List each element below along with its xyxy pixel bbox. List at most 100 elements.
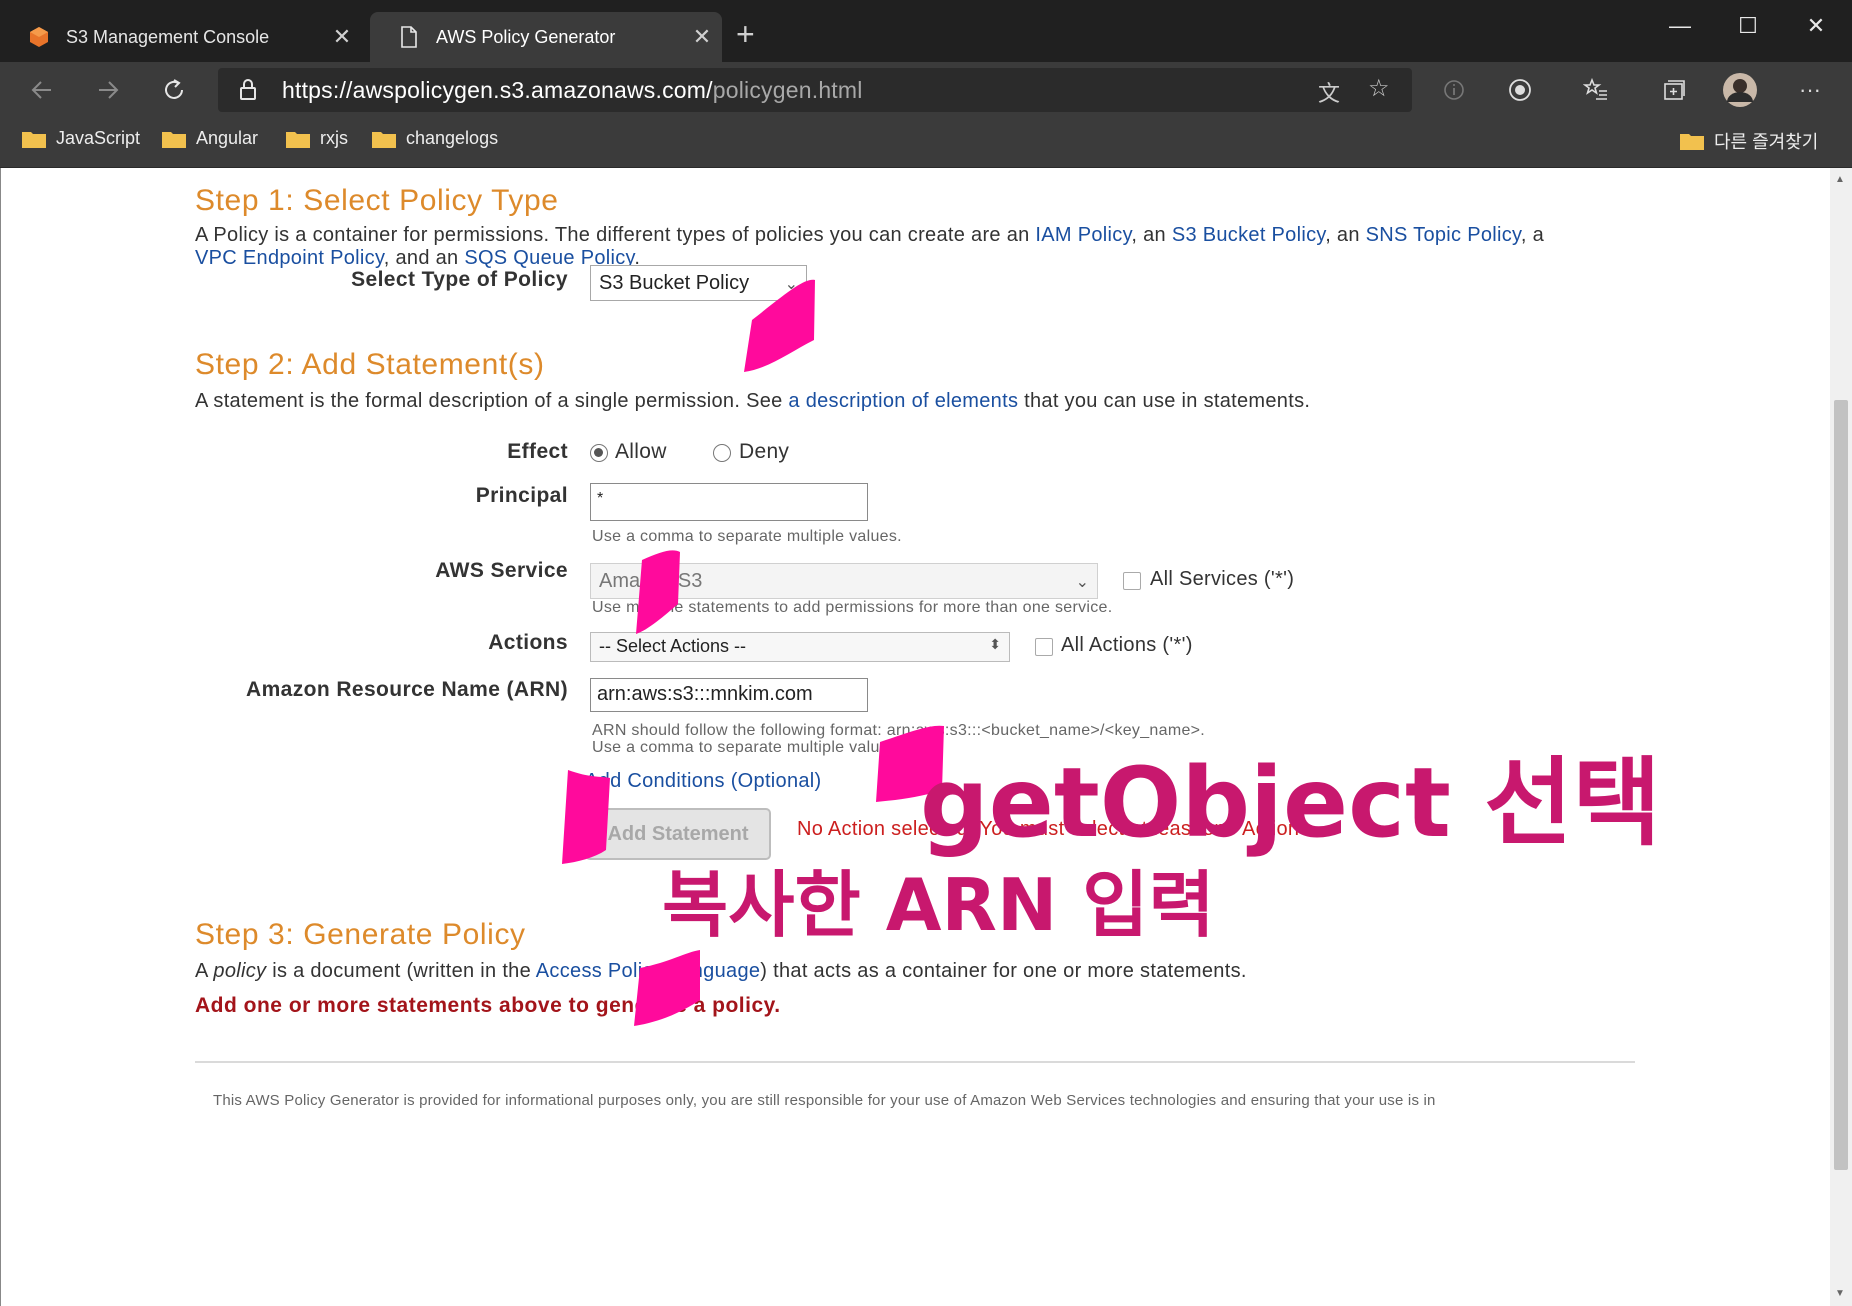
desc-text: ) that acts as a container for one or mo… [760, 960, 1247, 982]
favorites-button[interactable] [1576, 70, 1616, 110]
effect-label: Effect [507, 440, 568, 463]
bookmark-label: changelogs [406, 128, 499, 148]
aws-service-label: AWS Service [435, 559, 568, 582]
divider [195, 1061, 1635, 1063]
tab-title: AWS Policy Generator [436, 26, 616, 47]
arn-label: Amazon Resource Name (ARN) [246, 678, 568, 701]
address-bar[interactable]: https://awspolicygen.s3.amazonaws.com/po… [218, 68, 1412, 112]
close-tab-icon[interactable]: ✕ [322, 24, 362, 50]
actions-select[interactable]: -- Select Actions -- ⬍ [590, 632, 1010, 662]
add-statement-button[interactable]: Add Statement [585, 808, 771, 860]
tab-title: S3 Management Console [66, 26, 270, 47]
url-host: https://awspolicygen.s3.amazonaws.com/ [282, 77, 713, 103]
desc-text: A Policy is a container for permissions.… [195, 224, 1036, 246]
desc-text: A [195, 960, 214, 982]
no-action-error: No Action selected. You must select at l… [797, 818, 1300, 840]
step2-heading: Step 2: Add Statement(s) [195, 348, 545, 381]
footer-disclaimer: This AWS Policy Generator is provided fo… [213, 1092, 1436, 1109]
link-description-of-elements[interactable]: a description of elements [788, 390, 1018, 412]
link-sns-topic-policy[interactable]: SNS Topic Policy [1366, 224, 1521, 246]
page-icon [401, 26, 417, 48]
aws-service-value: Amazon S3 [599, 570, 703, 592]
avatar-icon [1723, 73, 1757, 107]
effect-deny-label[interactable]: Deny [739, 440, 789, 464]
bookmark-rxjs[interactable]: rxjs [286, 128, 348, 149]
effect-allow-label[interactable]: Allow [615, 440, 667, 464]
new-tab-button[interactable]: + [736, 16, 755, 53]
forward-button[interactable] [88, 70, 128, 110]
bookmarks-bar: JavaScript Angular rxjs changelogs 다른 즐겨… [0, 118, 1852, 168]
all-actions-label[interactable]: All Actions ('*') [1061, 634, 1193, 657]
browser-toolbar: https://awspolicygen.s3.amazonaws.com/po… [0, 62, 1852, 118]
principal-input[interactable]: * [590, 483, 868, 521]
bookmark-other-favorites[interactable]: 다른 즐겨찾기 [1680, 128, 1818, 154]
arn-input[interactable]: arn:aws:s3:::mnkim.com [590, 678, 868, 712]
url-path: policygen.html [712, 77, 863, 103]
scroll-down-icon[interactable]: ▼ [1835, 1288, 1845, 1299]
bookmark-label: JavaScript [56, 128, 141, 148]
favorite-star-icon[interactable]: ☆ [1368, 74, 1390, 103]
bookmark-label: Angular [196, 128, 259, 148]
principal-label: Principal [475, 484, 568, 507]
link-iam-policy[interactable]: IAM Policy [1035, 224, 1131, 246]
bookmark-label: 다른 즐겨찾기 [1714, 132, 1819, 152]
bookmark-changelogs[interactable]: changelogs [372, 128, 498, 149]
desc-text: , and an [383, 247, 465, 269]
desc-text: , an [1325, 224, 1366, 246]
desc-text: A statement is the formal description of… [195, 390, 789, 412]
effect-allow-radio[interactable] [590, 444, 608, 462]
scrollbar-thumb[interactable] [1834, 400, 1848, 1170]
arn-hint-format: ARN should follow the following format: … [592, 722, 1206, 739]
actions-value: -- Select Actions -- [599, 636, 747, 656]
aws-service-select[interactable]: Amazon S3 ⌄ [590, 563, 1098, 599]
step3-heading: Step 3: Generate Policy [195, 918, 526, 951]
close-tab-icon[interactable]: ✕ [682, 24, 722, 50]
link-access-policy-language[interactable]: Access Policy Language [536, 960, 761, 982]
all-actions-checkbox[interactable] [1035, 638, 1053, 656]
bookmark-javascript[interactable]: JavaScript [22, 128, 140, 149]
info-extension-button[interactable] [1434, 70, 1474, 110]
collections-button[interactable] [1654, 70, 1694, 110]
forward-arrow-icon [99, 81, 119, 99]
refresh-icon [165, 79, 183, 99]
extension-button[interactable] [1500, 70, 1540, 110]
tab-policy-generator[interactable]: AWS Policy Generator ✕ [370, 12, 722, 62]
bookmark-label: rxjs [320, 128, 348, 148]
generate-policy-warning: Add one or more statements above to gene… [195, 994, 781, 1017]
desc-text: is a document (written in the [266, 960, 536, 982]
page-content: Step 1: Select Policy Type A Policy is a… [0, 168, 1830, 1306]
policy-type-value: S3 Bucket Policy [599, 272, 750, 294]
add-conditions-link[interactable]: Add Conditions (Optional) [585, 770, 822, 793]
link-s3-bucket-policy[interactable]: S3 Bucket Policy [1172, 224, 1325, 246]
all-services-label[interactable]: All Services ('*') [1150, 568, 1294, 591]
scroll-up-icon[interactable]: ▲ [1835, 174, 1845, 185]
lock-icon [240, 79, 256, 100]
effect-deny-radio[interactable] [713, 444, 731, 462]
back-arrow-icon [31, 81, 51, 99]
policy-type-select[interactable]: S3 Bucket Policy ⌄ [590, 265, 807, 301]
arn-hint-comma: Use a comma to separate multiple values. [592, 739, 902, 756]
minimize-button[interactable]: — [1646, 6, 1714, 46]
close-window-button[interactable]: ✕ [1782, 6, 1850, 46]
chevron-down-icon: ⌄ [784, 276, 798, 293]
refresh-button[interactable] [154, 70, 194, 110]
chevron-down-icon: ⌄ [1075, 574, 1089, 591]
bookmark-angular[interactable]: Angular [162, 128, 258, 149]
page-scrollbar[interactable]: ▲ ▼ [1830, 168, 1852, 1306]
info-circle-icon [1444, 80, 1464, 100]
folder-icon [162, 131, 186, 148]
back-button[interactable] [22, 70, 62, 110]
link-vpc-endpoint-policy[interactable]: VPC Endpoint Policy [195, 247, 384, 269]
step3-description: A policy is a document (written in the A… [195, 960, 1247, 983]
settings-menu-button[interactable]: ··· [1790, 70, 1830, 110]
profile-avatar[interactable] [1720, 70, 1760, 110]
tab-strip: S3 Management Console ✕ AWS Policy Gener… [0, 0, 1852, 62]
folder-icon [22, 131, 46, 148]
all-services-checkbox[interactable] [1123, 572, 1141, 590]
policy-type-label: Select Type of Policy [351, 268, 568, 291]
translate-icon[interactable]: 文 [1318, 76, 1340, 108]
tab-s3-console[interactable]: S3 Management Console ✕ [0, 12, 362, 62]
step1-heading: Step 1: Select Policy Type [195, 184, 559, 217]
maximize-button[interactable]: ☐ [1714, 6, 1782, 46]
desc-text: , an [1131, 224, 1172, 246]
